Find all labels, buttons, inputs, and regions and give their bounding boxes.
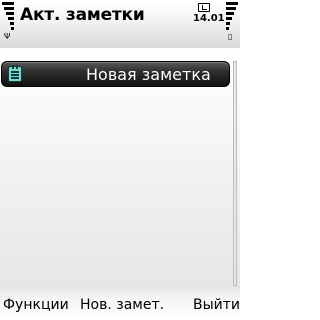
exit-softkey[interactable]: Выйти — [193, 297, 240, 313]
battery-level-icon — [226, 2, 238, 32]
page-title: Акт. заметки — [20, 5, 145, 25]
list-item-label: Новая заметка — [86, 65, 211, 84]
notes-list: Новая заметка — [0, 48, 240, 288]
antenna-icon: Ψ — [4, 32, 11, 41]
list-item-new-note[interactable]: Новая заметка — [1, 61, 230, 87]
signal-strength-icon — [2, 2, 14, 32]
softkey-bar: Функции Нов. замет. Выйти — [0, 288, 240, 320]
battery-icon: ▯ — [228, 32, 233, 41]
status-bar: Ψ Акт. заметки 14.01 ▯ — [0, 0, 240, 48]
clock-time: 14.01 — [193, 13, 225, 24]
new-note-softkey[interactable]: Нов. замет. — [80, 297, 164, 313]
clock-icon — [198, 3, 210, 12]
scrollbar[interactable] — [233, 61, 237, 286]
options-softkey[interactable]: Функции — [3, 297, 69, 313]
scroll-thumb[interactable] — [233, 61, 237, 286]
note-icon — [8, 65, 22, 82]
